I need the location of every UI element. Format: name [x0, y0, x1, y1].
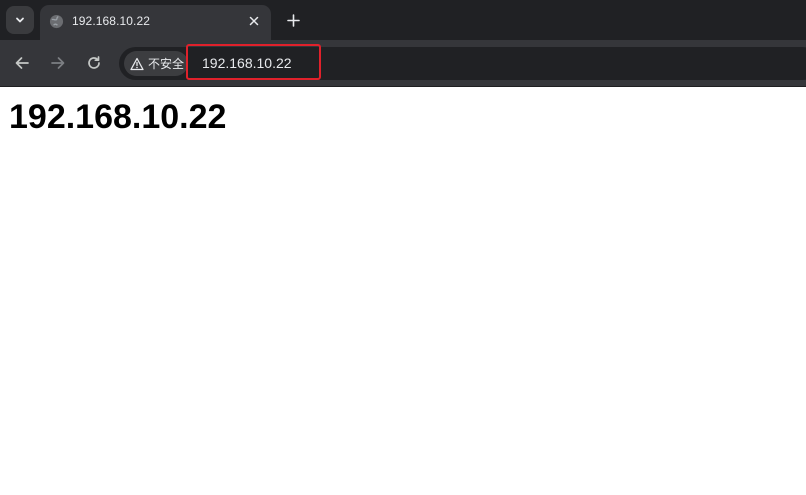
back-button[interactable] [11, 52, 33, 74]
tab-title: 192.168.10.22 [72, 14, 151, 28]
security-indicator[interactable]: 不安全 [124, 51, 188, 76]
browser-tab[interactable]: 192.168.10.22 [40, 5, 271, 40]
warning-icon [130, 57, 144, 70]
tab-close-button[interactable] [245, 12, 263, 30]
page-content: 192.168.10.22 [0, 88, 806, 495]
page-heading: 192.168.10.22 [9, 98, 227, 136]
arrow-left-icon [15, 57, 29, 69]
chevron-down-icon [16, 17, 24, 23]
plus-icon [286, 13, 300, 27]
url-highlight-annotation [186, 44, 321, 80]
browser-toolbar: 不安全 192.168.10.22 [0, 40, 806, 87]
globe-icon [49, 14, 64, 29]
new-tab-button[interactable] [282, 9, 304, 31]
tab-strip: 192.168.10.22 [0, 0, 806, 40]
forward-button[interactable] [47, 52, 69, 74]
reload-icon [88, 56, 100, 69]
arrow-right-icon [51, 57, 65, 69]
reload-button[interactable] [83, 52, 105, 74]
security-label: 不安全 [148, 57, 185, 71]
tab-search-button[interactable] [6, 6, 34, 34]
close-icon [249, 16, 259, 26]
